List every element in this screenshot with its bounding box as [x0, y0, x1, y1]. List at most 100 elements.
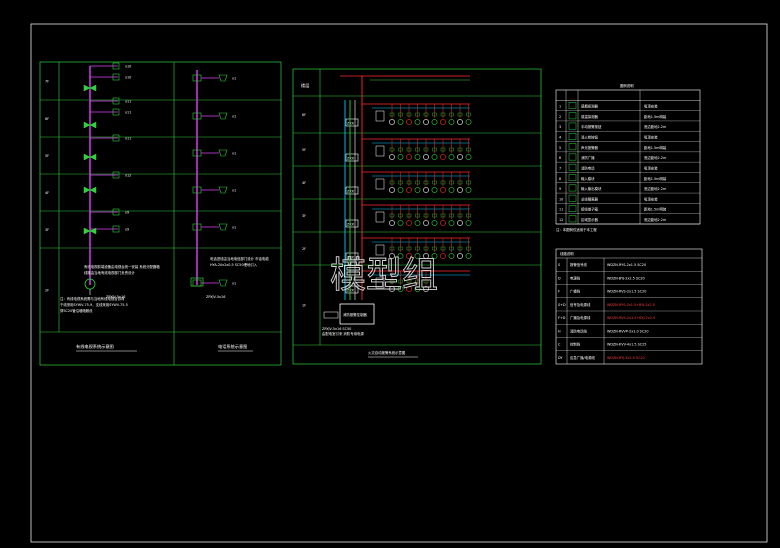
- legend-index: 1: [559, 105, 561, 109]
- wiring-code: C: [558, 343, 561, 347]
- legend-note: 底边距地2.2m: [644, 186, 667, 191]
- area-display-icon: [375, 145, 385, 157]
- detector-icon: [448, 119, 455, 125]
- legend-index: 4: [559, 136, 561, 140]
- legend-name: 输入输出模块: [581, 186, 602, 191]
- legend-symbol-icon: [568, 143, 577, 151]
- legend-name: 接线端子箱: [581, 207, 599, 212]
- svg-text:穿SC20管沿墙暗敷设: 穿SC20管沿墙暗敷设: [60, 308, 93, 313]
- middle-floor-label: 1F: [302, 304, 306, 308]
- legend-note: 距地1.5m明装: [644, 176, 667, 181]
- detector-icon: [465, 253, 472, 259]
- detector-icon: [465, 220, 472, 226]
- tel-outlet-count: x1: [232, 152, 236, 156]
- legend-index: 5: [559, 146, 561, 150]
- legend-name: 总线隔离器: [581, 196, 599, 201]
- tv-outlet-count: x10: [125, 65, 131, 69]
- svg-text:有线电视前端设备由电视台统一安装 系统分配器箱: 有线电视前端设备由电视台统一安装 系统分配器箱: [84, 264, 160, 269]
- legend-table: 图例说明 1 感烟探测器 吸顶安装2 感温探测器 距地1.5m明装3 手动报警按钮 底边距地…: [555, 83, 701, 232]
- left-floor-label: 7F: [45, 80, 49, 84]
- detector-icon: [389, 187, 395, 193]
- detector-icon: [457, 253, 463, 259]
- wiring-code: S+D: [558, 303, 566, 307]
- detector-icon: [414, 119, 421, 125]
- legend-symbol-icon: [568, 194, 577, 202]
- wiring-spec: WDZN-RVS-2x1.5+BYJ-2x2.5: [607, 316, 655, 320]
- detector-icon: [406, 187, 412, 193]
- wiring-spec: WDZN-KVV-4x1.5 SC25: [607, 343, 646, 347]
- wiring-code: D: [558, 276, 561, 280]
- middle-floor-label: 3F: [302, 214, 306, 218]
- detector-icon: [423, 119, 429, 125]
- middle-floor-label: 5F: [302, 148, 306, 152]
- legend-symbol-icon: [568, 112, 577, 120]
- detector-icon: [389, 220, 395, 226]
- detector-icon: [397, 220, 404, 226]
- tv-outlet-count: x12: [125, 174, 131, 178]
- tel-outlet-count: x1: [232, 189, 236, 193]
- tv-outlet-count: x9: [125, 211, 129, 215]
- detector-icon: [457, 119, 463, 125]
- detector-icon: [431, 187, 438, 193]
- wiring-spec: WDZN-RVVP-2x1.0 SC20: [607, 329, 649, 333]
- legend-note: 底边距地2.2m: [644, 124, 667, 129]
- wiring-code: DY: [558, 356, 563, 360]
- legend-symbol-icon: [568, 102, 577, 109]
- floor-terminal-label: ZXX: [347, 122, 355, 126]
- wiring-name: 信号及电源线: [570, 302, 591, 307]
- wiring-code: F+D: [558, 316, 566, 320]
- drawing-canvas: 7F6F5F4F3F2F x10x10x11x11x11x12x9x9 ZRYJ…: [30, 23, 768, 543]
- tel-outlet-count: x1: [232, 77, 236, 81]
- left-floor-label: 3F: [45, 228, 49, 232]
- area-display-icon: [375, 110, 385, 122]
- left-floor-label: 5F: [45, 154, 49, 158]
- wiring-name: 消防电话线: [570, 328, 588, 333]
- detector-icon: [457, 154, 463, 160]
- legend-index: 11: [559, 208, 563, 212]
- fire-alarm-controller-label: 消防报警控制器: [343, 312, 367, 317]
- legend-index: 8: [559, 177, 561, 181]
- left-floor-label: 6F: [45, 117, 49, 121]
- floor-terminal-label: ZXX: [347, 223, 355, 227]
- tv-outlet-count: x11: [125, 100, 131, 104]
- svg-text:干线采用SYWV-75-9，支线采用SYWV-75-5: 干线采用SYWV-75-9，支线采用SYWV-75-5: [60, 302, 128, 307]
- wiring-code: S: [558, 263, 560, 267]
- wiring-name: 电源线: [570, 275, 581, 280]
- wiring-spec: WDZN-RYS-2x1.5+BYJ-2x2.5: [607, 303, 655, 307]
- detector-icon: [431, 119, 438, 125]
- cad-drawing-sheet: 7F 6F 5F 4F 3F 2F x10 x10 x11 x11 x11 x12 x9 x9 ZRYJ…: [0, 0, 780, 548]
- detector-icon: [465, 119, 472, 125]
- detector-icon: [465, 154, 472, 160]
- svg-text:电话进线由当地电信部门设计 市话电缆: 电话进线由当地电信部门设计 市话电缆: [210, 256, 269, 261]
- detector-icon: [448, 253, 455, 259]
- tel-cable-label: ZRYJV-5x16: [206, 295, 225, 299]
- legend-symbol-icon: [568, 122, 577, 130]
- detector-icon: [448, 187, 455, 193]
- detector-icon: [414, 187, 421, 193]
- legend-name: 消防电话: [581, 165, 595, 170]
- detector-icon: [465, 187, 472, 193]
- detector-icon: [406, 154, 412, 160]
- svg-text:由配电室引来 消防专用电源: 由配电室引来 消防专用电源: [322, 331, 364, 336]
- legend-note: 距地1.5m明装: [644, 114, 667, 119]
- tel-outlet-icon: [218, 279, 228, 287]
- legend-name: 消防广播: [581, 155, 595, 160]
- tv-outlet-count: x11: [125, 111, 131, 115]
- area-display-icon: [375, 178, 385, 190]
- legend-index: 7: [559, 166, 561, 170]
- legend-note: 底边距地2.2m: [644, 155, 667, 160]
- fire-system-title: 火灾自动报警系统示意图: [368, 350, 406, 355]
- legend-index: 3: [559, 125, 561, 129]
- wiring-table-title: 线路说明: [560, 251, 574, 256]
- legend-table-title: 图例说明: [620, 83, 634, 88]
- detector-icon: [406, 220, 412, 226]
- detector-icon: [431, 220, 438, 226]
- legend-name: 消火栓按钮: [581, 135, 599, 140]
- detector-icon: [448, 220, 455, 226]
- floor-terminal-label: ZXX: [347, 157, 355, 161]
- wiring-spec: WDZN-RVS-2x1.5 SC20: [607, 290, 646, 294]
- floor-column-header: 楼层: [301, 82, 309, 89]
- tel-system-title: 电话系统示意图: [218, 343, 247, 350]
- legend-name: 声光报警器: [581, 145, 599, 150]
- wiring-code: H: [558, 329, 561, 333]
